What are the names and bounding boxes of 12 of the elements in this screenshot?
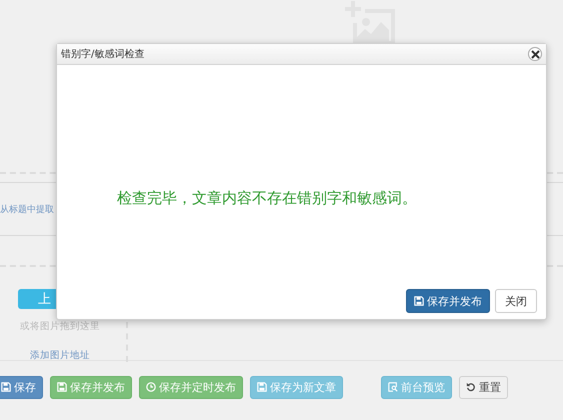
result-message: 检查完毕，文章内容不存在错别字和敏感词。 <box>117 188 417 208</box>
toolbar-button[interactable]: 保存并定时发布 <box>139 376 243 398</box>
add-url-link[interactable]: 添加图片地址 <box>30 349 90 362</box>
toolbar-button[interactable]: 保存并发布 <box>50 376 132 398</box>
dialog-title: 错别字/敏感词检查 <box>61 48 144 61</box>
dialog-button[interactable]: 关闭 <box>495 289 537 313</box>
toolbar-button[interactable]: 保存 <box>0 376 43 398</box>
toolbar-button[interactable]: 前台预览 <box>381 376 452 398</box>
extract-link[interactable]: 从标题中提取 <box>0 202 54 216</box>
toolbar-button[interactable]: 重置 <box>459 376 508 398</box>
dialog-button[interactable]: 保存并发布 <box>406 289 490 313</box>
toolbar-button[interactable]: 保存为新文章 <box>250 376 343 398</box>
